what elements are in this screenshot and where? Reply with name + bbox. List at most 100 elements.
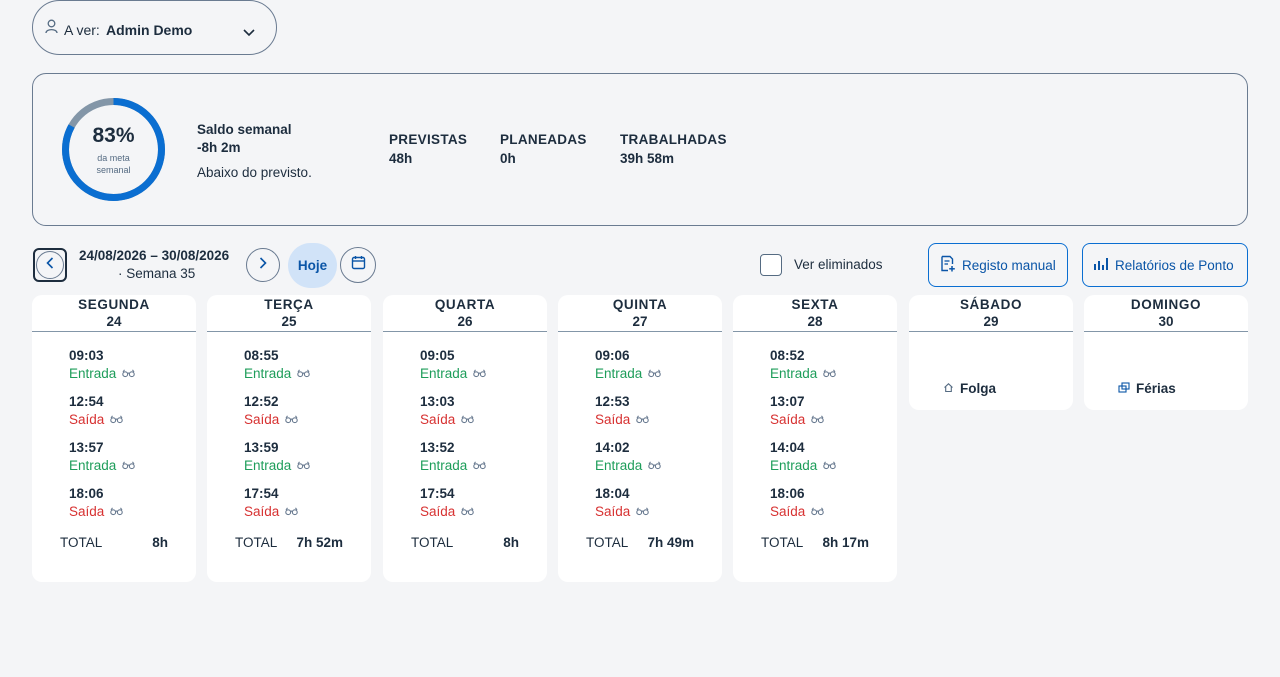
view-details-icon[interactable] <box>461 503 475 521</box>
saldo-value: -8h 2m <box>197 140 241 155</box>
day-total: TOTAL 8h 17m <box>761 535 869 550</box>
stat-value: 0h <box>500 151 516 166</box>
entry-kind-label: Saída <box>69 504 105 519</box>
day-total: TOTAL 8h <box>411 535 519 550</box>
today-button[interactable]: Hoje <box>288 243 337 288</box>
entry-time: 13:52 <box>420 440 455 455</box>
view-details-icon[interactable] <box>811 503 825 521</box>
time-entry[interactable]: 17:54 Saída <box>244 485 371 531</box>
entry-kind: Saída <box>770 411 897 429</box>
day-column: QUARTA 26 09:05 Entrada 13:03 Saída 13:5… <box>383 295 547 582</box>
time-entry[interactable]: 08:55 Entrada <box>244 347 371 393</box>
view-details-icon[interactable] <box>823 457 837 475</box>
day-column: SEXTA 28 08:52 Entrada 13:07 Saída 14:04… <box>733 295 897 582</box>
view-details-icon[interactable] <box>122 457 136 475</box>
time-entry[interactable]: 09:03 Entrada <box>69 347 196 393</box>
day-number: 25 <box>281 314 297 329</box>
time-entry[interactable]: 17:54 Saída <box>420 485 547 531</box>
view-details-icon[interactable] <box>461 411 475 429</box>
view-details-icon[interactable] <box>473 365 487 383</box>
day-name: SEXTA <box>791 297 839 312</box>
view-details-icon[interactable] <box>648 457 662 475</box>
time-entry[interactable]: 12:52 Saída <box>244 393 371 439</box>
calendar-button[interactable] <box>340 247 376 283</box>
view-details-icon[interactable] <box>297 365 311 383</box>
view-details-icon[interactable] <box>811 411 825 429</box>
time-entry[interactable]: 18:04 Saída <box>595 485 722 531</box>
entry-kind-label: Saída <box>69 412 105 427</box>
entries-list: 09:05 Entrada 13:03 Saída 13:52 Entrada <box>383 332 547 531</box>
manual-entry-button[interactable]: Registo manual <box>928 243 1068 287</box>
view-details-icon[interactable] <box>473 457 487 475</box>
view-details-icon[interactable] <box>648 365 662 383</box>
entry-time: 13:03 <box>420 394 455 409</box>
entry-kind-label: Saída <box>595 504 631 519</box>
vacation-icon <box>1118 381 1130 396</box>
next-week-button[interactable] <box>246 248 280 282</box>
day-column: TERÇA 25 08:55 Entrada 12:52 Saída 13:59… <box>207 295 371 582</box>
entry-kind: Entrada <box>69 365 196 383</box>
view-details-icon[interactable] <box>110 503 124 521</box>
day-name: QUINTA <box>612 297 668 312</box>
day-header: QUARTA 26 <box>383 295 547 332</box>
stat-planeadas: PLANEADAS 0h <box>500 132 587 166</box>
day-number: 28 <box>807 314 823 329</box>
total-value: 8h 17m <box>822 535 869 550</box>
total-value: 8h <box>503 535 519 550</box>
view-details-icon[interactable] <box>285 411 299 429</box>
time-entry[interactable]: 13:07 Saída <box>770 393 897 439</box>
day-off-label: Folga <box>960 381 996 396</box>
time-entry[interactable]: 09:05 Entrada <box>420 347 547 393</box>
view-details-icon[interactable] <box>636 411 650 429</box>
entry-kind-label: Saída <box>770 504 806 519</box>
previous-week-button[interactable] <box>33 248 67 282</box>
saldo-title: Saldo semanal <box>197 122 292 137</box>
time-entry[interactable]: 12:54 Saída <box>69 393 196 439</box>
day-total: TOTAL 8h <box>60 535 168 550</box>
viewer-label: A ver: <box>64 22 100 38</box>
entry-time: 12:52 <box>244 394 279 409</box>
view-details-icon[interactable] <box>110 411 124 429</box>
reports-label: Relatórios de Ponto <box>1115 257 1234 273</box>
day-header: TERÇA 25 <box>207 295 371 332</box>
progress-subtitle: da meta semanal <box>60 152 167 176</box>
time-entry[interactable]: 13:57 Entrada <box>69 439 196 485</box>
entry-kind-label: Entrada <box>595 366 643 381</box>
view-details-icon[interactable] <box>122 365 136 383</box>
entry-time: 17:54 <box>420 486 455 501</box>
entry-kind-label: Entrada <box>595 458 643 473</box>
time-entry[interactable]: 13:59 Entrada <box>244 439 371 485</box>
day-name: SÁBADO <box>959 297 1023 312</box>
view-details-icon[interactable] <box>636 503 650 521</box>
entry-time: 18:06 <box>69 486 104 501</box>
reports-button[interactable]: Relatórios de Ponto <box>1082 243 1248 287</box>
viewer-value: Admin Demo <box>106 22 193 38</box>
chevron-down-icon <box>243 24 255 42</box>
day-name: DOMINGO <box>1130 297 1202 312</box>
time-entry[interactable]: 13:52 Entrada <box>420 439 547 485</box>
entry-kind-label: Entrada <box>69 458 117 473</box>
view-details-icon[interactable] <box>823 365 837 383</box>
entry-kind-label: Saída <box>244 412 280 427</box>
time-entry[interactable]: 08:52 Entrada <box>770 347 897 393</box>
viewer-select[interactable]: A ver: Admin Demo <box>32 0 277 55</box>
entry-kind: Saída <box>420 411 547 429</box>
time-entry[interactable]: 09:06 Entrada <box>595 347 722 393</box>
calendar-icon <box>351 255 366 275</box>
entry-kind-label: Saída <box>244 504 280 519</box>
entry-kind: Saída <box>244 411 371 429</box>
time-entry[interactable]: 18:06 Saída <box>770 485 897 531</box>
time-entry[interactable]: 13:03 Saída <box>420 393 547 439</box>
total-label: TOTAL <box>235 535 278 550</box>
entry-time: 14:04 <box>770 440 805 455</box>
time-entry[interactable]: 14:02 Entrada <box>595 439 722 485</box>
time-entry[interactable]: 18:06 Saída <box>69 485 196 531</box>
view-details-icon[interactable] <box>297 457 311 475</box>
show-deleted-checkbox[interactable] <box>760 254 782 276</box>
progress-percent: 83% <box>92 124 135 147</box>
day-total: TOTAL 7h 49m <box>586 535 694 550</box>
time-entry[interactable]: 14:04 Entrada <box>770 439 897 485</box>
view-details-icon[interactable] <box>285 503 299 521</box>
time-entry[interactable]: 12:53 Saída <box>595 393 722 439</box>
show-deleted-label[interactable]: Ver eliminados <box>794 257 883 272</box>
